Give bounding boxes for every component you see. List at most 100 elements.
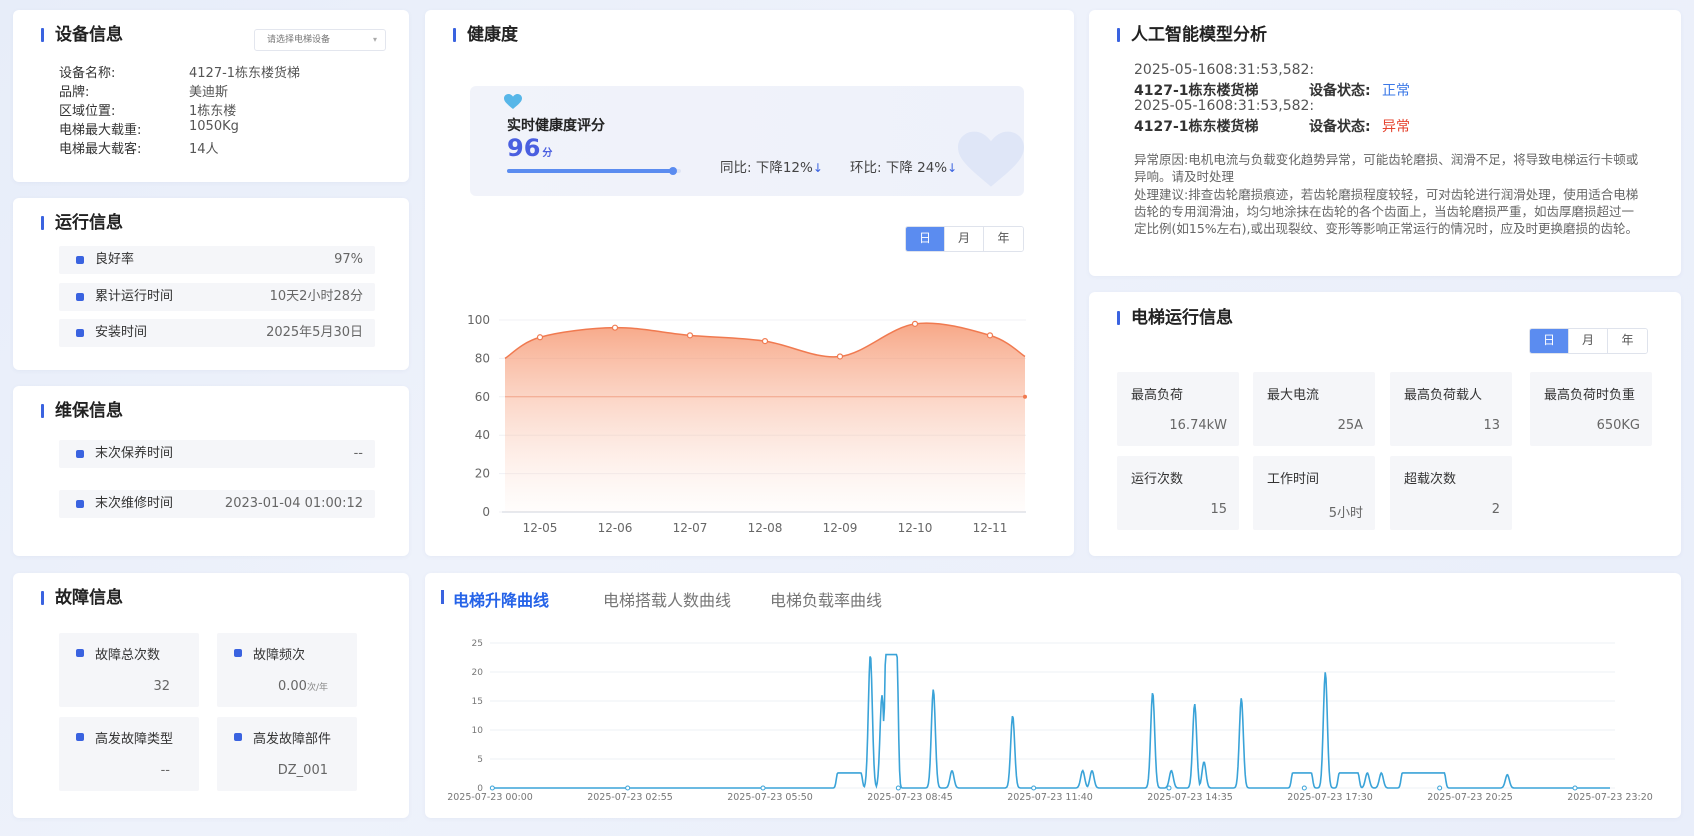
fault-stat-label: 故障总次数 <box>95 648 161 663</box>
chevron-down-icon: ▾ <box>372 35 377 44</box>
elevator-stat-tile: 最高负荷 16.74kW <box>1117 372 1239 446</box>
device-info-row: 设备名称: 4127-1栋东楼货梯 <box>59 62 379 81</box>
heart-watermark-icon <box>958 131 1024 187</box>
bullet-icon <box>234 733 242 741</box>
elevator-stat-value: 13 <box>1483 418 1500 433</box>
curve-chart-y-tick: 20 <box>472 668 484 678</box>
health-card: 健康度 实时健康度评分 96 分 同比: 下降12%↓ 环比: 下降 24%↓ 日… <box>425 10 1074 556</box>
arrow-down-icon: ↓ <box>947 161 958 175</box>
ai-entry-status-label: 设备状态: <box>1309 83 1371 99</box>
ai-entry-status: 异常 <box>1382 119 1410 135</box>
fault-stat-tile: 故障频次 0.00次/年 <box>217 633 357 707</box>
period-option-0[interactable]: 日 <box>906 227 945 251</box>
elevator-stat-tile: 最大电流 25A <box>1253 372 1375 446</box>
health-chart-y-tick: 0 <box>482 505 490 519</box>
device-info-key: 区域位置: <box>59 104 116 119</box>
elevator-stat-label: 超载次数 <box>1404 472 1457 487</box>
curve-chart-point <box>1166 785 1172 791</box>
health-chart-x-tick: 12-09 <box>823 521 858 535</box>
ai-analysis-title: 人工智能模型分析 <box>1117 25 1267 45</box>
ai-entry-time: 2025-05-1608:31:53,582: <box>1134 62 1315 78</box>
info-row-value: 2025年5月30日 <box>266 325 363 340</box>
info-row-value: 2023-01-04 01:00:12 <box>224 496 363 511</box>
run-info-title: 运行信息 <box>41 213 123 233</box>
health-score-bar-fill <box>507 167 678 175</box>
curve-chart-x-tick: 2025-07-23 14:35 <box>1147 792 1233 803</box>
elevator-stat-label: 最高负荷载人 <box>1404 388 1483 403</box>
device-info-value: 14人 <box>189 142 219 157</box>
device-info-title: 设备信息 <box>41 25 123 45</box>
fault-stat-label: 故障频次 <box>253 648 306 663</box>
info-row-value: 97% <box>334 252 363 267</box>
device-info-key: 电梯最大载重: <box>59 123 142 138</box>
curve-chart-x-tick: 2025-07-23 11:40 <box>1007 792 1093 803</box>
curve-chart-x-tick: 2025-07-23 02:55 <box>587 792 673 803</box>
device-info-key: 品牌: <box>59 85 90 100</box>
health-chart-y-tick: 80 <box>475 351 490 365</box>
period-option-0[interactable]: 日 <box>1530 329 1569 353</box>
elevator-run-card: 电梯运行信息 日月年 最高负荷 16.74kW 最大电流 25A 最高负荷载人 13 最高负… <box>1089 292 1681 556</box>
curve-chart-point <box>1031 785 1037 791</box>
curve-tab-2[interactable]: 电梯负载率曲线 <box>770 587 882 611</box>
curve-chart-x-tick: 2025-07-23 00:00 <box>447 792 533 803</box>
health-mom-text: 环比: 下降 24% <box>850 160 948 176</box>
health-chart-y-tick: 40 <box>475 428 490 442</box>
health-chart-x-tick: 12-07 <box>673 521 708 535</box>
period-option-1[interactable]: 月 <box>1569 329 1608 353</box>
device-info-row: 品牌: 美迪斯 <box>59 81 379 100</box>
health-score-label: 实时健康度评分 <box>507 118 605 134</box>
curve-chart-point <box>1437 785 1443 791</box>
info-row-label: 末次保养时间 <box>95 446 174 461</box>
curve-chart-point <box>625 785 631 791</box>
info-row-label: 良好率 <box>95 252 135 267</box>
curve-chart-point <box>489 785 495 791</box>
curve-chart-point <box>895 785 901 791</box>
health-score-banner: 实时健康度评分 96 分 同比: 下降12%↓ 环比: 下降 24%↓ <box>470 86 1024 196</box>
elevator-stat-label: 最高负荷时负重 <box>1544 388 1636 403</box>
period-option-1[interactable]: 月 <box>945 227 984 251</box>
elevator-select[interactable]: 请选择电梯设备 ▾ <box>254 29 386 51</box>
ai-entry-device: 4127-1栋东楼货梯 <box>1134 83 1259 99</box>
ai-entry-status: 正常 <box>1382 83 1410 99</box>
info-row-value: 10天2小时28分 <box>269 289 363 304</box>
curve-chart-point <box>1572 785 1578 791</box>
period-option-2[interactable]: 年 <box>1608 329 1647 353</box>
health-score-value: 96 <box>507 134 541 162</box>
elevator-select-placeholder: 请选择电梯设备 <box>267 35 331 45</box>
health-chart-x-tick: 12-10 <box>898 521 933 535</box>
health-chart-point <box>686 332 694 339</box>
health-chart-point <box>911 320 919 327</box>
health-score-unit: 分 <box>542 148 553 159</box>
elevator-stat-value: 16.74kW <box>1169 418 1227 433</box>
bullet-icon <box>76 733 84 741</box>
fault-stat-value: 0.00次/年 <box>278 679 328 694</box>
ai-entry-status-label: 设备状态: <box>1309 119 1371 135</box>
period-option-2[interactable]: 年 <box>984 227 1023 251</box>
elevator-stat-label: 最大电流 <box>1267 388 1320 403</box>
fault-stat-tile: 高发故障类型 -- <box>59 717 199 791</box>
curve-chart-y-tick: 10 <box>472 726 484 736</box>
bullet-icon <box>234 649 242 657</box>
bullet-icon <box>76 293 84 301</box>
curve-tab-0[interactable]: 电梯升降曲线 <box>440 587 549 611</box>
curve-tab-1[interactable]: 电梯搭载人数曲线 <box>603 587 731 611</box>
curve-chart-line <box>490 653 1610 790</box>
curve-chart-point <box>760 785 766 791</box>
elevator-stat-tile: 运行次数 15 <box>1117 456 1239 530</box>
elevator-stat-value: 5小时 <box>1328 506 1363 521</box>
fault-stat-number: 0.00 <box>278 679 307 694</box>
health-chart-x-tick: 12-05 <box>523 521 558 535</box>
bullet-icon <box>76 450 84 458</box>
curve-chart-y-tick: 15 <box>472 697 483 707</box>
elevator-run-title: 电梯运行信息 <box>1117 308 1233 328</box>
health-chart-x-tick: 12-06 <box>598 521 633 535</box>
ai-analysis-card: 人工智能模型分析 2025-05-1608:31:53,582: 4127-1栋… <box>1089 10 1681 276</box>
device-info-value: 美迪斯 <box>189 85 229 100</box>
health-mom: 环比: 下降 24%↓ <box>850 156 957 176</box>
health-score-bar-knob <box>669 167 678 175</box>
device-info-row: 电梯最大载重: 1050Kg <box>59 119 379 138</box>
elevator-stat-tile: 超载次数 2 <box>1390 456 1512 530</box>
ai-entry-device: 4127-1栋东楼货梯 <box>1134 119 1259 135</box>
elevator-stat-label: 最高负荷 <box>1131 388 1184 403</box>
health-chart-x-tick: 12-08 <box>748 521 783 535</box>
